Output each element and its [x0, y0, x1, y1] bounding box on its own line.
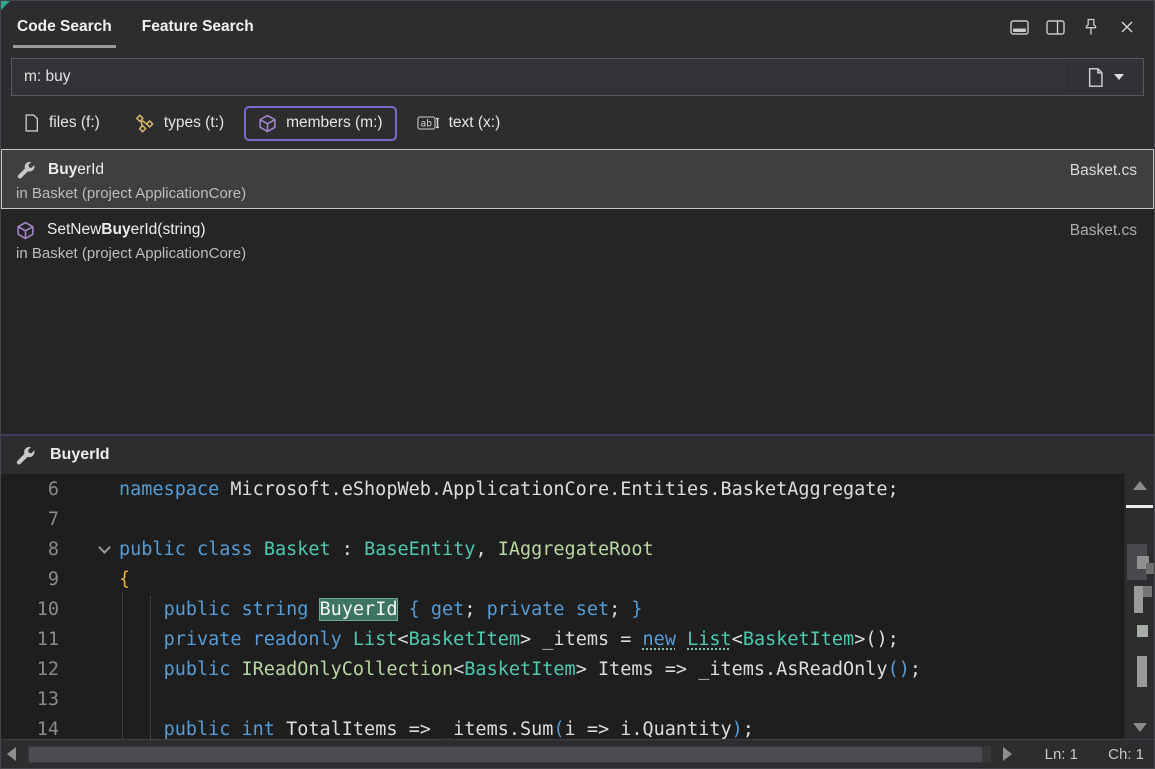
- code-editor[interactable]: 6namespace Microsoft.eShopWeb.Applicatio…: [1, 474, 1154, 739]
- filter-members[interactable]: members (m:): [244, 106, 396, 141]
- filter-types[interactable]: types (t:): [120, 105, 238, 142]
- close-button[interactable]: [1116, 16, 1138, 38]
- cube-icon: [16, 221, 35, 240]
- chevron-down-icon: [1114, 74, 1124, 80]
- pin-icon: [1084, 18, 1098, 36]
- file-icon: [23, 113, 40, 133]
- scroll-right-button[interactable]: [1003, 747, 1012, 761]
- scrollbar-mark: [1137, 625, 1148, 637]
- pin-button[interactable]: [1080, 16, 1102, 38]
- scroll-down-button[interactable]: [1125, 723, 1154, 732]
- preview-title: BuyerId: [50, 446, 110, 464]
- code-line-8: 8public class Basket : BaseEntity, IAggr…: [1, 534, 1122, 564]
- result-file: Basket.cs: [1070, 222, 1137, 240]
- code-line-12: 12 public IReadOnlyCollection<BasketItem…: [1, 654, 1122, 684]
- code-line-14: 14 public int TotalItems => _items.Sum(i…: [1, 714, 1122, 739]
- dock-bottom-button[interactable]: [1008, 16, 1030, 38]
- scroll-left-button[interactable]: [7, 747, 16, 761]
- result-title: BuyerId: [48, 161, 104, 179]
- tab-code-search[interactable]: Code Search: [13, 1, 116, 53]
- code-line-6: 6namespace Microsoft.eShopWeb.Applicatio…: [1, 474, 1122, 504]
- code-line-11: 11 private readonly List<BasketItem> _it…: [1, 624, 1122, 654]
- dock-side-button[interactable]: [1044, 16, 1066, 38]
- tab-feature-search[interactable]: Feature Search: [138, 1, 258, 53]
- preview-header: BuyerId: [1, 436, 1154, 474]
- result-file: Basket.cs: [1070, 162, 1137, 180]
- line-number: 12: [1, 659, 59, 680]
- scrollbar-mark: [1143, 586, 1152, 597]
- filter-bar: files (f:) types (t:) members (m:): [1, 97, 1154, 149]
- scrollbar-mark: [1137, 656, 1147, 687]
- search-input[interactable]: [12, 68, 1068, 86]
- result-location: in Basket (project ApplicationCore): [16, 245, 1139, 262]
- line-number: 10: [1, 599, 59, 620]
- close-icon: [1120, 20, 1134, 34]
- wrench-icon: [15, 445, 36, 466]
- collapse-chevron-icon[interactable]: [98, 541, 111, 554]
- filter-types-label: types (t:): [164, 114, 224, 132]
- code-line-10: 10 public string BuyerId { get; private …: [1, 594, 1122, 624]
- document-icon: [1086, 67, 1105, 88]
- result-row-setnewbuyerid[interactable]: SetNewBuyerId(string) in Basket (project…: [1, 209, 1154, 269]
- scrollbar-caret-mark: [1126, 505, 1153, 508]
- code-search-window: Code Search Feature Search: [0, 0, 1155, 769]
- scrollbar-mark: [1146, 563, 1154, 574]
- line-number: 13: [1, 689, 59, 710]
- filter-text-label: text (x:): [449, 114, 501, 132]
- status-column-number: Ch: 1: [1086, 746, 1144, 763]
- result-location: in Basket (project ApplicationCore): [16, 185, 1139, 202]
- search-row: [1, 53, 1154, 97]
- search-scope-dropdown[interactable]: [1068, 62, 1140, 92]
- vertical-scrollbar[interactable]: [1124, 474, 1154, 739]
- tab-bar: Code Search Feature Search: [1, 1, 1154, 53]
- scroll-up-button[interactable]: [1125, 481, 1154, 490]
- result-title: SetNewBuyerId(string): [47, 221, 206, 239]
- line-number: 8: [1, 539, 59, 560]
- window-controls: [1008, 16, 1142, 38]
- status-bar: Ln: 1 Ch: 1: [1, 739, 1154, 768]
- text-search-icon: ab: [417, 115, 440, 131]
- code-line-13: 13: [1, 684, 1122, 714]
- filter-files[interactable]: files (f:): [9, 105, 114, 141]
- cube-icon: [258, 114, 277, 133]
- scrollbar-mark: [1134, 586, 1143, 613]
- horizontal-scrollbar-thumb[interactable]: [29, 747, 982, 762]
- result-row-buyerid[interactable]: BuyerId in Basket (project ApplicationCo…: [1, 149, 1154, 209]
- tab-feature-search-label: Feature Search: [142, 18, 254, 36]
- screen-corner-artifact: [1, 1, 10, 10]
- dock-side-icon: [1046, 20, 1065, 35]
- wrench-icon: [16, 160, 36, 180]
- search-box: [11, 58, 1144, 96]
- filter-files-label: files (f:): [49, 114, 100, 132]
- horizontal-scrollbar[interactable]: [28, 746, 991, 763]
- triangle-up-icon: [1133, 481, 1147, 490]
- line-number: 11: [1, 629, 59, 650]
- line-number: 7: [1, 509, 59, 530]
- line-number: 14: [1, 719, 59, 740]
- line-number: 9: [1, 569, 59, 590]
- code-line-7: 7: [1, 504, 1122, 534]
- types-icon: [134, 113, 155, 134]
- results-list: BuyerId in Basket (project ApplicationCo…: [1, 149, 1154, 434]
- dock-bottom-icon: [1010, 20, 1029, 35]
- code-line-9: 9{: [1, 564, 1122, 594]
- svg-text:ab: ab: [420, 119, 432, 130]
- status-line-number: Ln: 1: [1020, 746, 1078, 763]
- filter-text[interactable]: ab text (x:): [403, 106, 515, 140]
- filter-members-label: members (m:): [286, 114, 382, 132]
- tab-code-search-label: Code Search: [17, 18, 112, 36]
- triangle-down-icon: [1133, 723, 1147, 732]
- line-number: 6: [1, 479, 59, 500]
